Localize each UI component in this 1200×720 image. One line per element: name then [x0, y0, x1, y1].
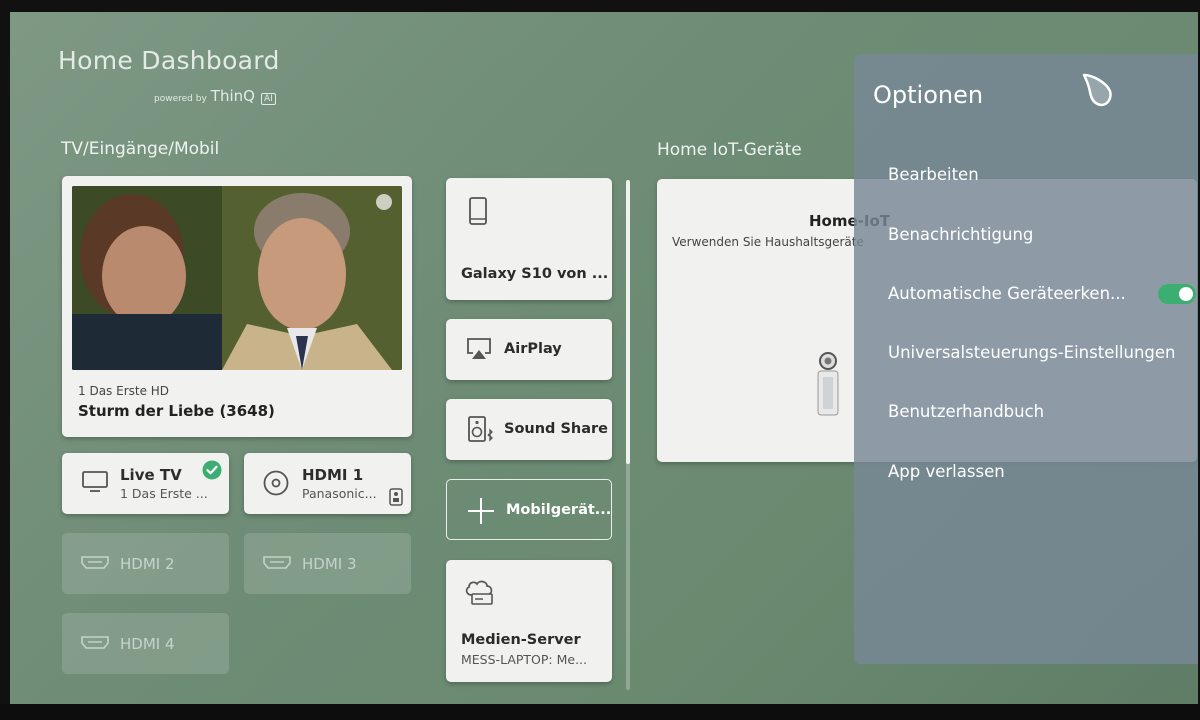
input-label: HDMI 2 — [120, 555, 175, 573]
input-hdmi-4[interactable]: HDMI 4 — [62, 613, 229, 674]
input-live-tv[interactable]: Live TV 1 Das Erste ... — [62, 453, 229, 514]
options-title: Optionen — [873, 81, 984, 109]
check-icon — [202, 460, 222, 480]
input-hdmi-2[interactable]: HDMI 2 — [62, 533, 229, 594]
channel-name: 1 Das Erste HD — [78, 384, 170, 398]
option-user-manual[interactable]: Benutzerhandbuch — [888, 402, 1044, 421]
powered-by-text: powered by — [154, 94, 207, 104]
add-mobile-device-button[interactable]: Mobilgerät... — [446, 479, 612, 540]
mobile-airplay[interactable]: AirPlay — [446, 319, 612, 380]
auto-detection-toggle[interactable] — [1158, 284, 1196, 304]
pointer-cursor-icon — [1080, 72, 1114, 108]
mobile-sound-share[interactable]: Sound Share — [446, 399, 612, 460]
option-edit[interactable]: Bearbeiten — [888, 165, 979, 184]
hdmi-icon — [81, 556, 109, 570]
airplay-icon — [466, 338, 492, 360]
program-title: Sturm der Liebe (3648) — [78, 402, 275, 420]
tv-icon — [82, 471, 108, 493]
tv-preview-image — [72, 186, 402, 370]
mobile-galaxy-s10[interactable]: Galaxy S10 von ... — [446, 178, 612, 300]
mobile-label: Sound Share — [504, 421, 609, 437]
cloud-server-icon — [464, 580, 496, 606]
mobile-label: Galaxy S10 von ... — [461, 266, 609, 282]
option-universal-control-settings[interactable]: Universalsteuerungs-Einstellungen — [888, 343, 1176, 362]
options-panel: Optionen Bearbeiten Benachrichtigung Aut… — [854, 54, 1198, 664]
mobile-label: Mobilgerät... — [506, 502, 612, 518]
scrollbar-thumb[interactable] — [626, 180, 630, 464]
tv-screen: Home Dashboard powered by ThinQ AI TV/Ei… — [10, 12, 1198, 704]
input-label: HDMI 3 — [302, 555, 357, 573]
powered-by-logo: powered by ThinQ AI — [154, 87, 276, 105]
input-hdmi-3[interactable]: HDMI 3 — [244, 533, 411, 594]
section-title-iot: Home IoT-Geräte — [657, 140, 802, 160]
toggle-knob — [1179, 287, 1193, 301]
input-label: Live TV — [120, 466, 182, 484]
option-notification[interactable]: Benachrichtigung — [888, 225, 1033, 244]
option-exit-app[interactable]: App verlassen — [888, 462, 1005, 481]
channel-logo-icon — [376, 194, 392, 210]
input-sublabel: Panasonic... — [302, 486, 377, 501]
input-hdmi-1[interactable]: HDMI 1 Panasonic... — [244, 453, 411, 514]
remote-icon — [389, 488, 403, 506]
section-title-inputs: TV/Eingänge/Mobil — [61, 139, 220, 159]
iot-card-description: Verwenden Sie Haushaltsgeräte — [672, 235, 864, 249]
option-auto-device-detection[interactable]: Automatische Geräteerken... — [888, 284, 1126, 303]
input-label: HDMI 4 — [120, 635, 175, 653]
input-label: HDMI 1 — [302, 466, 364, 484]
speaker-bluetooth-icon — [468, 416, 494, 444]
page-title: Home Dashboard — [58, 46, 280, 75]
mobile-label: Medien-Server — [461, 632, 581, 648]
now-playing-card[interactable]: 1 Das Erste HD Sturm der Liebe (3648) — [62, 176, 412, 437]
plus-icon — [467, 497, 495, 525]
phone-icon — [469, 197, 487, 225]
input-sublabel: 1 Das Erste ... — [120, 486, 208, 501]
hdmi-icon — [81, 636, 109, 650]
mobile-label: AirPlay — [504, 341, 562, 357]
iot-device-icon — [814, 351, 842, 417]
mobile-sublabel: MESS-LAPTOP: Me... — [461, 652, 587, 667]
hdmi-icon — [263, 556, 291, 570]
tv-bezel — [0, 704, 1200, 720]
thinq-brand: ThinQ — [210, 87, 255, 105]
disc-icon — [263, 470, 289, 496]
media-server-card[interactable]: Medien-Server MESS-LAPTOP: Me... — [446, 560, 612, 682]
ai-badge: AI — [260, 93, 276, 105]
